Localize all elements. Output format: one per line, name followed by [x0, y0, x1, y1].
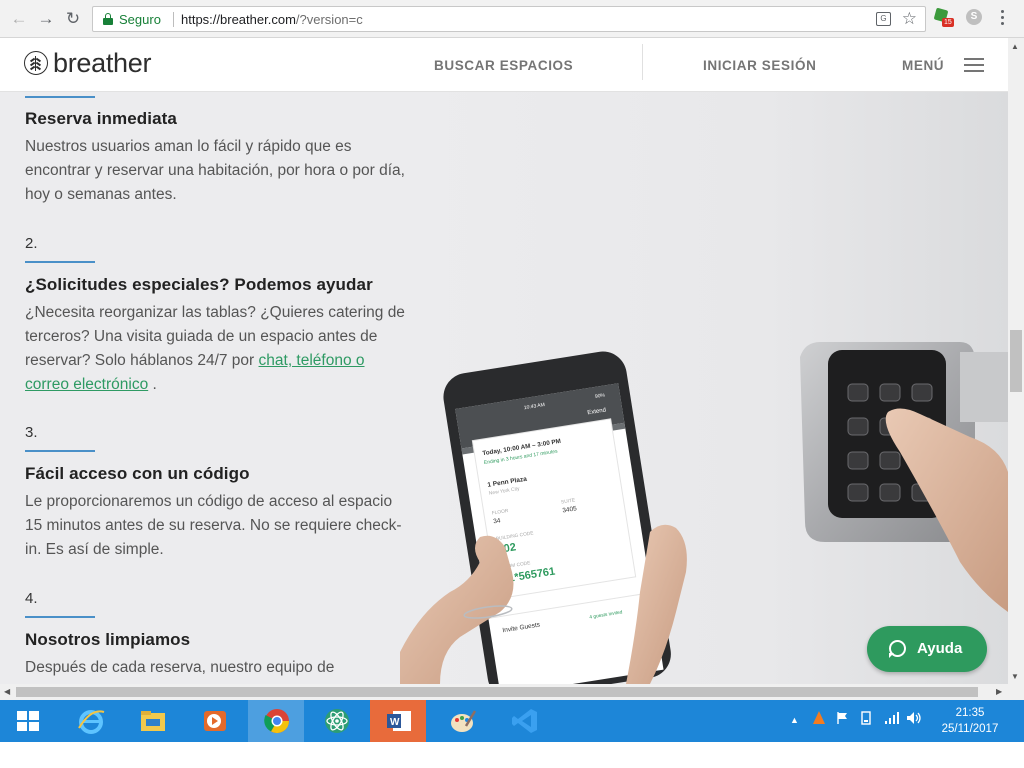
- hamburger-menu-icon[interactable]: [964, 58, 984, 72]
- phone-floor: 34: [493, 517, 502, 525]
- extension-icon[interactable]: 15: [933, 7, 954, 28]
- horizontal-scroll-thumb[interactable]: [16, 687, 978, 697]
- lock-icon: [103, 13, 113, 25]
- omnibox-separator: [173, 12, 174, 27]
- section-body: Nuestros usuarios aman lo fácil y rápido…: [25, 138, 405, 203]
- section-number: 4.: [25, 590, 38, 607]
- windows-start-icon[interactable]: [17, 711, 39, 731]
- clock-date: 25/11/2017: [941, 723, 999, 735]
- svg-text:W: W: [390, 717, 400, 728]
- network-tray-icon[interactable]: [884, 711, 900, 728]
- avast-tray-icon[interactable]: [812, 710, 826, 726]
- section-rule: [25, 96, 95, 98]
- section-cleaning: Nosotros limpiamos Después de cada reser…: [25, 630, 405, 680]
- internet-explorer-icon[interactable]: [62, 700, 118, 742]
- extension-badge: 15: [942, 18, 954, 27]
- section-title: Reserva inmediata: [25, 109, 177, 128]
- browser-menu-icon[interactable]: [998, 8, 1008, 28]
- section-number: 3.: [25, 424, 38, 441]
- hero-photo: 10:43 AM 90% Extend Today, 10:00 AM – 3:…: [400, 92, 1008, 684]
- site-header: breather BUSCAR ESPACIOS INICIAR SESIÓN …: [0, 38, 1008, 92]
- translate-icon[interactable]: G: [876, 12, 891, 26]
- vscode-icon[interactable]: [496, 700, 552, 742]
- logo-wordmark[interactable]: breather: [53, 48, 151, 79]
- device-tray-icon[interactable]: [860, 711, 872, 728]
- skype-extension-icon[interactable]: S: [966, 9, 982, 25]
- section-title: Fácil acceso con un código: [25, 464, 250, 483]
- nav-divider: [642, 44, 643, 80]
- section-body: Le proporcionaremos un código de acceso …: [25, 493, 402, 558]
- file-explorer-icon[interactable]: [124, 700, 180, 742]
- section-rule: [25, 261, 95, 263]
- tray-expand-icon[interactable]: ▲: [790, 715, 799, 725]
- nav-search-spaces[interactable]: BUSCAR ESPACIOS: [434, 58, 573, 73]
- scroll-left-icon[interactable]: ◀: [4, 687, 10, 696]
- help-button-label: Ayuda: [917, 640, 963, 657]
- main-content: 10:43 AM 90% Extend Today, 10:00 AM – 3:…: [0, 92, 1008, 684]
- scroll-up-icon[interactable]: ▲: [1011, 42, 1019, 51]
- media-player-icon[interactable]: [186, 700, 242, 742]
- forward-arrow-icon[interactable]: →: [35, 8, 57, 30]
- vertical-scrollbar[interactable]: ▲ ▼: [1008, 38, 1024, 684]
- secure-label: Seguro: [119, 12, 161, 27]
- section-access-code: Fácil acceso con un código Le proporcion…: [25, 464, 405, 562]
- section-title: ¿Solicitudes especiales? Podemos ayudar: [25, 275, 373, 294]
- scroll-right-icon[interactable]: ▶: [996, 687, 1002, 696]
- chrome-icon[interactable]: [248, 700, 304, 742]
- address-bar[interactable]: Seguro https://breather.com/?version=c G…: [92, 6, 926, 32]
- section-rule: [25, 450, 95, 452]
- bookmark-star-icon[interactable]: ☆: [902, 9, 917, 29]
- section-body: Después de cada reserva, nuestro equipo …: [25, 659, 335, 676]
- screen-bottom-margin: [0, 742, 1024, 768]
- url-text[interactable]: https://breather.com/?version=c: [181, 12, 363, 27]
- taskbar-clock[interactable]: 21:35 25/11/2017: [932, 705, 1008, 737]
- nav-login[interactable]: INICIAR SESIÓN: [703, 58, 816, 73]
- section-special-requests: ¿Solicitudes especiales? Podemos ayudar …: [25, 275, 405, 397]
- breather-logo-icon[interactable]: [24, 51, 48, 75]
- horizontal-scrollbar[interactable]: ◀ ▶: [0, 684, 1024, 700]
- scroll-down-icon[interactable]: ▼: [1011, 672, 1019, 681]
- section-rule: [25, 616, 95, 618]
- volume-tray-icon[interactable]: [906, 711, 922, 728]
- word-icon[interactable]: W: [370, 700, 426, 742]
- help-chat-button[interactable]: Ayuda: [867, 626, 987, 672]
- section-number: 2.: [25, 235, 38, 252]
- back-arrow-icon[interactable]: ←: [8, 8, 30, 30]
- nav-menu[interactable]: MENÚ: [902, 58, 944, 73]
- windows-taskbar: W ▲ 21:35 25/11/2017: [0, 700, 1024, 742]
- reload-icon[interactable]: ↻: [62, 8, 84, 30]
- section-body: ¿Necesita reorganizar las tablas? ¿Quier…: [25, 304, 405, 393]
- paint-icon[interactable]: [434, 700, 490, 742]
- section-title: Nosotros limpiamos: [25, 630, 191, 649]
- flag-tray-icon[interactable]: [836, 711, 848, 728]
- browser-toolbar: ← → ↻ Seguro https://breather.com/?versi…: [0, 0, 1024, 38]
- section-instant-booking: Reserva inmediata Nuestros usuarios aman…: [25, 109, 405, 207]
- vertical-scroll-thumb[interactable]: [1010, 330, 1022, 392]
- atom-editor-icon[interactable]: [308, 700, 364, 742]
- clock-time: 21:35: [955, 707, 985, 719]
